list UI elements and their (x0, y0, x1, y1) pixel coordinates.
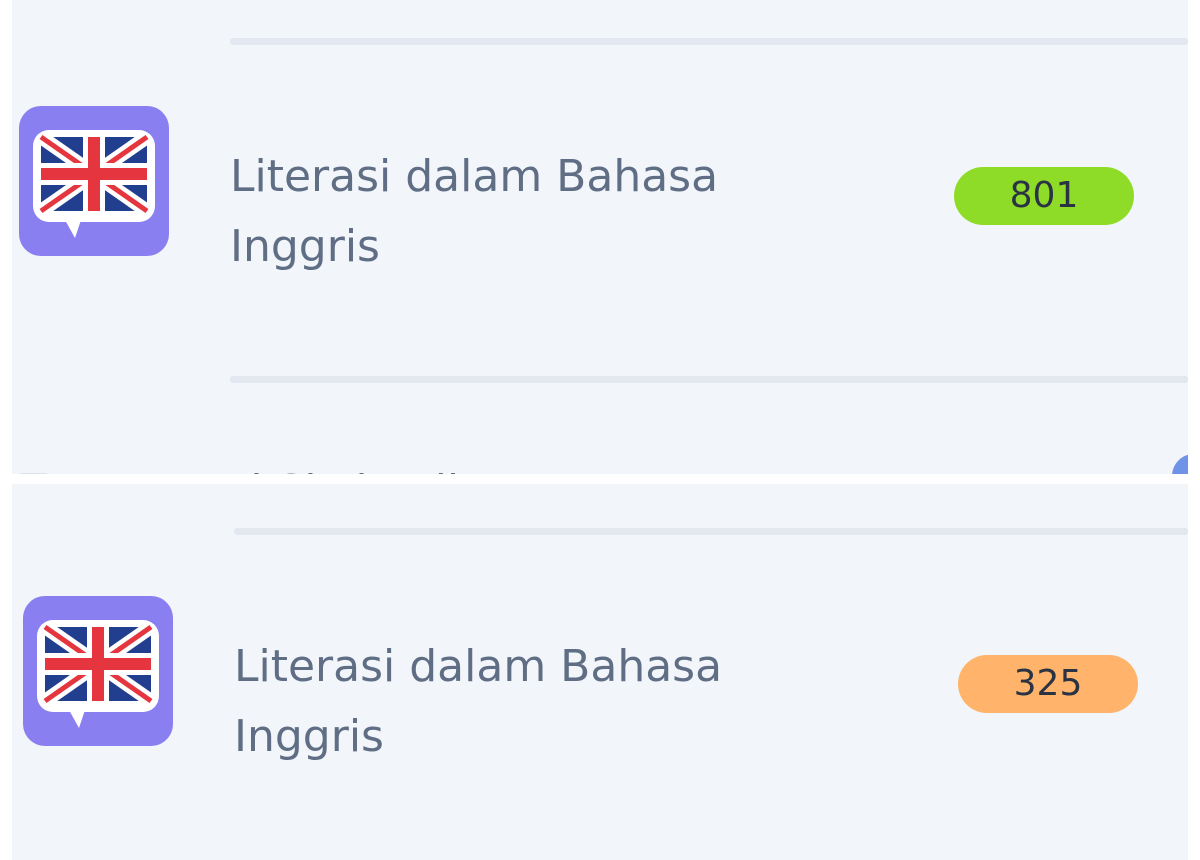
screenshot-panel-top: Literasi dalam Bahasa Inggris 801 Tes Po… (12, 0, 1188, 474)
next-item-badge-partial (1172, 454, 1188, 474)
list-divider (234, 528, 1188, 535)
list-divider (230, 38, 1188, 45)
item-title: Literasi dalam Bahasa Inggris (234, 641, 723, 762)
score-badge: 801 (954, 167, 1134, 225)
screenshot-panel-bottom: Literasi dalam Bahasa Inggris 325 (12, 484, 1188, 860)
list-divider (230, 376, 1188, 383)
next-item-title-partial: Tes Potensi Skolastik (20, 462, 472, 474)
item-title: Literasi dalam Bahasa Inggris (230, 151, 719, 272)
uk-flag-speech-bubble-icon (19, 106, 169, 256)
uk-flag-speech-bubble-icon (23, 596, 173, 746)
score-badge: 325 (958, 655, 1138, 713)
